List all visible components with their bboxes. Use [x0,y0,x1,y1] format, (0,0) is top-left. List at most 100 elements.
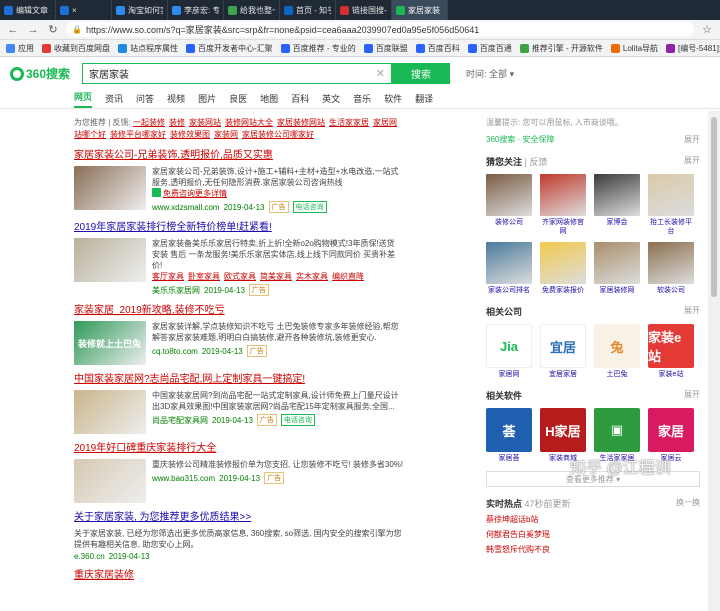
result-thumbnail[interactable] [74,459,146,503]
related-link[interactable]: 装修效果图 [170,130,210,139]
result-url[interactable]: 尚品宅配家具网 [152,415,208,426]
result-text: 中国家装家居网?到尚品宅配一站式定制家具,设计师免费上门量尺设计出3D家具效果图… [152,390,404,434]
logo[interactable]: 360搜索 [10,65,74,82]
browser-tab[interactable]: 淘宝如何实现自动发货 [112,0,168,20]
browser-tab[interactable]: 给我也整一个 - 斗图 [224,0,280,20]
result-url[interactable]: www.xdzsmall.com [152,203,220,212]
result-title[interactable]: 关于家居家装, 为您推荐更多优质结果>> [74,511,404,525]
related-link[interactable]: 家居装修网站 [277,118,325,127]
grid-item[interactable]: 齐家网装修官网 [540,174,586,236]
result-sublink[interactable]: 客厅家具 [152,272,184,281]
browser-tab[interactable]: 编辑文章 - 江程训 - [0,0,56,20]
result-thumbnail[interactable] [74,238,146,282]
result-title[interactable]: 家装家居_2019新攻略,装修不吃亏 [74,304,404,318]
related-link[interactable]: 装修 [169,118,185,127]
bookmark-item[interactable]: 应用 [6,43,34,54]
result-sublink[interactable]: 卧室家具 [188,272,220,281]
result-sublink[interactable]: 编织直降 [332,272,364,281]
result-title[interactable]: 重庆家居装修 [74,569,404,583]
bookmark-item[interactable]: Lolita导航 [610,43,658,54]
grid-item[interactable]: Jia 家居网 [486,324,532,379]
bookmark-item[interactable]: 推荐引擎 - 开源软件 [519,43,603,54]
hot-item[interactable]: 何猷君告白奚梦瑶 [486,529,700,540]
tab-3[interactable]: 视频 [167,92,185,108]
tab-11[interactable]: 翻译 [415,92,433,108]
tab-4[interactable]: 图片 [198,92,216,108]
forward-icon[interactable]: → [26,23,40,37]
bookmark-item[interactable]: 百度联盟 [363,43,408,54]
bookmark-item[interactable]: 百度开发者中心-汇聚 [186,43,273,54]
bookmark-item[interactable]: 百度百科 [415,43,460,54]
related-link[interactable]: 家装网 [214,130,238,139]
safety-text[interactable]: 360搜索 · 安全保障 [486,134,554,145]
bookmark-item[interactable]: 百度百通 [467,43,512,54]
grid-item[interactable]: 软装公司 [648,242,694,295]
bookmark-item[interactable]: 收藏到百度网盘 [42,43,110,54]
hot-item[interactable]: 韩雪怒斥代购不良 [486,544,700,555]
grid-item[interactable]: 家博会 [594,174,640,236]
phone-consult-button[interactable]: 电话咨询 [292,201,327,213]
grid-item[interactable]: 宜居 宜居家居 [540,324,586,379]
result-sublink[interactable]: 简美家具 [260,272,292,281]
related-link[interactable]: 一起装修 [133,118,165,127]
bookmark-item[interactable]: [编号-5481]大气的 [666,43,720,54]
grid-label: 家居网 [498,371,520,378]
tab-2[interactable]: 问答 [136,92,154,108]
tab-10[interactable]: 软件 [384,92,402,108]
reload-icon[interactable]: ↻ [46,23,60,37]
scrollbar[interactable] [708,111,720,611]
result-url[interactable]: www.bao315.com [152,474,215,483]
result-url[interactable]: e.360.cn [74,552,105,561]
related-link[interactable]: 装修平台哪家好 [110,130,166,139]
result-title[interactable]: 家居家装公司-兄弟装饰,透明报价,品质又实惠 [74,149,404,163]
related-link[interactable]: 家装网站 [189,118,221,127]
result-title[interactable]: 中国家装家居网?志尚品宅配,网上定制家具一键搞定! [74,373,404,387]
related-link[interactable]: 生活家家居 [329,118,369,127]
bookmark-item[interactable]: 百度推荐 - 专业的 [280,43,356,54]
grid-item[interactable]: 免费家装报价 [540,242,586,295]
result-sublink[interactable]: 欧式家具 [224,272,256,281]
tab-0[interactable]: 网页 [74,90,93,108]
tab-6[interactable]: 地图 [260,92,278,108]
result-sublink[interactable]: 实木家具 [296,272,328,281]
grid-item[interactable]: 抬工长装修平台 [648,174,694,236]
clear-icon[interactable]: ✕ [376,67,385,80]
browser-tab[interactable]: 链接国搜-国搜 [336,0,392,20]
result-url[interactable]: 美乐乐家居网 [152,285,200,296]
search-button[interactable]: 搜索 [392,63,450,84]
browser-tab[interactable]: × [56,0,112,20]
related-link[interactable]: 装修网站大全 [225,118,273,127]
result-title[interactable]: 2019年家居家装排行榜全新特价榜单!赶紧看! [74,221,404,235]
tab-5[interactable]: 良医 [229,92,247,108]
grid-item[interactable]: 兔土巴兔 [594,324,640,379]
result-sublink[interactable]: 免费咨询更多详情 [152,188,404,199]
grid-item[interactable]: 家居装修网 [594,242,640,295]
grid-item[interactable]: 荟家居荟 [486,408,532,463]
phone-consult-button[interactable]: 电话咨询 [280,414,315,426]
bookmark-item[interactable]: 站点程序属性 [118,43,178,54]
scrollbar-thumb[interactable] [711,117,717,297]
result-thumbnail[interactable] [74,390,146,434]
browser-tab[interactable]: 家居家装 [392,0,448,20]
browser-tab[interactable]: 李彦宏: 专注成就百度 [168,0,224,20]
time-filter[interactable]: 时间: 全部 ▾ [466,67,514,80]
result-title[interactable]: 2019年好口碑重庆家装排行大全 [74,442,404,456]
related-link[interactable]: 家居装修公司哪家好 [242,130,314,139]
grid-item[interactable]: 家装公司排名 [486,242,532,295]
grid-item[interactable]: 装修公司 [486,174,532,236]
expand-link[interactable]: 展开 [684,134,700,145]
tab-9[interactable]: 音乐 [353,92,371,108]
tab-7[interactable]: 百科 [291,92,309,108]
result-thumbnail[interactable]: 装修就上土巴兔 [74,321,146,365]
back-icon[interactable]: ← [6,23,20,37]
result-thumbnail[interactable] [74,166,146,210]
grid-item[interactable]: 家装e站 家装e站 [648,324,694,379]
search-input[interactable]: 家居家装 ✕ [82,63,392,84]
browser-tab[interactable]: 首页 - 知乎 [280,0,336,20]
address-bar[interactable]: 🔒 https://www.so.com/s?q=家居家装&src=srp&fr… [66,22,694,37]
tab-8[interactable]: 英文 [322,92,340,108]
tab-1[interactable]: 资讯 [105,92,123,108]
result-url[interactable]: cq.to8to.com [152,347,198,356]
hot-item[interactable]: 蔡徐坤超话b站 [486,514,700,525]
star-icon[interactable]: ☆ [700,23,714,37]
